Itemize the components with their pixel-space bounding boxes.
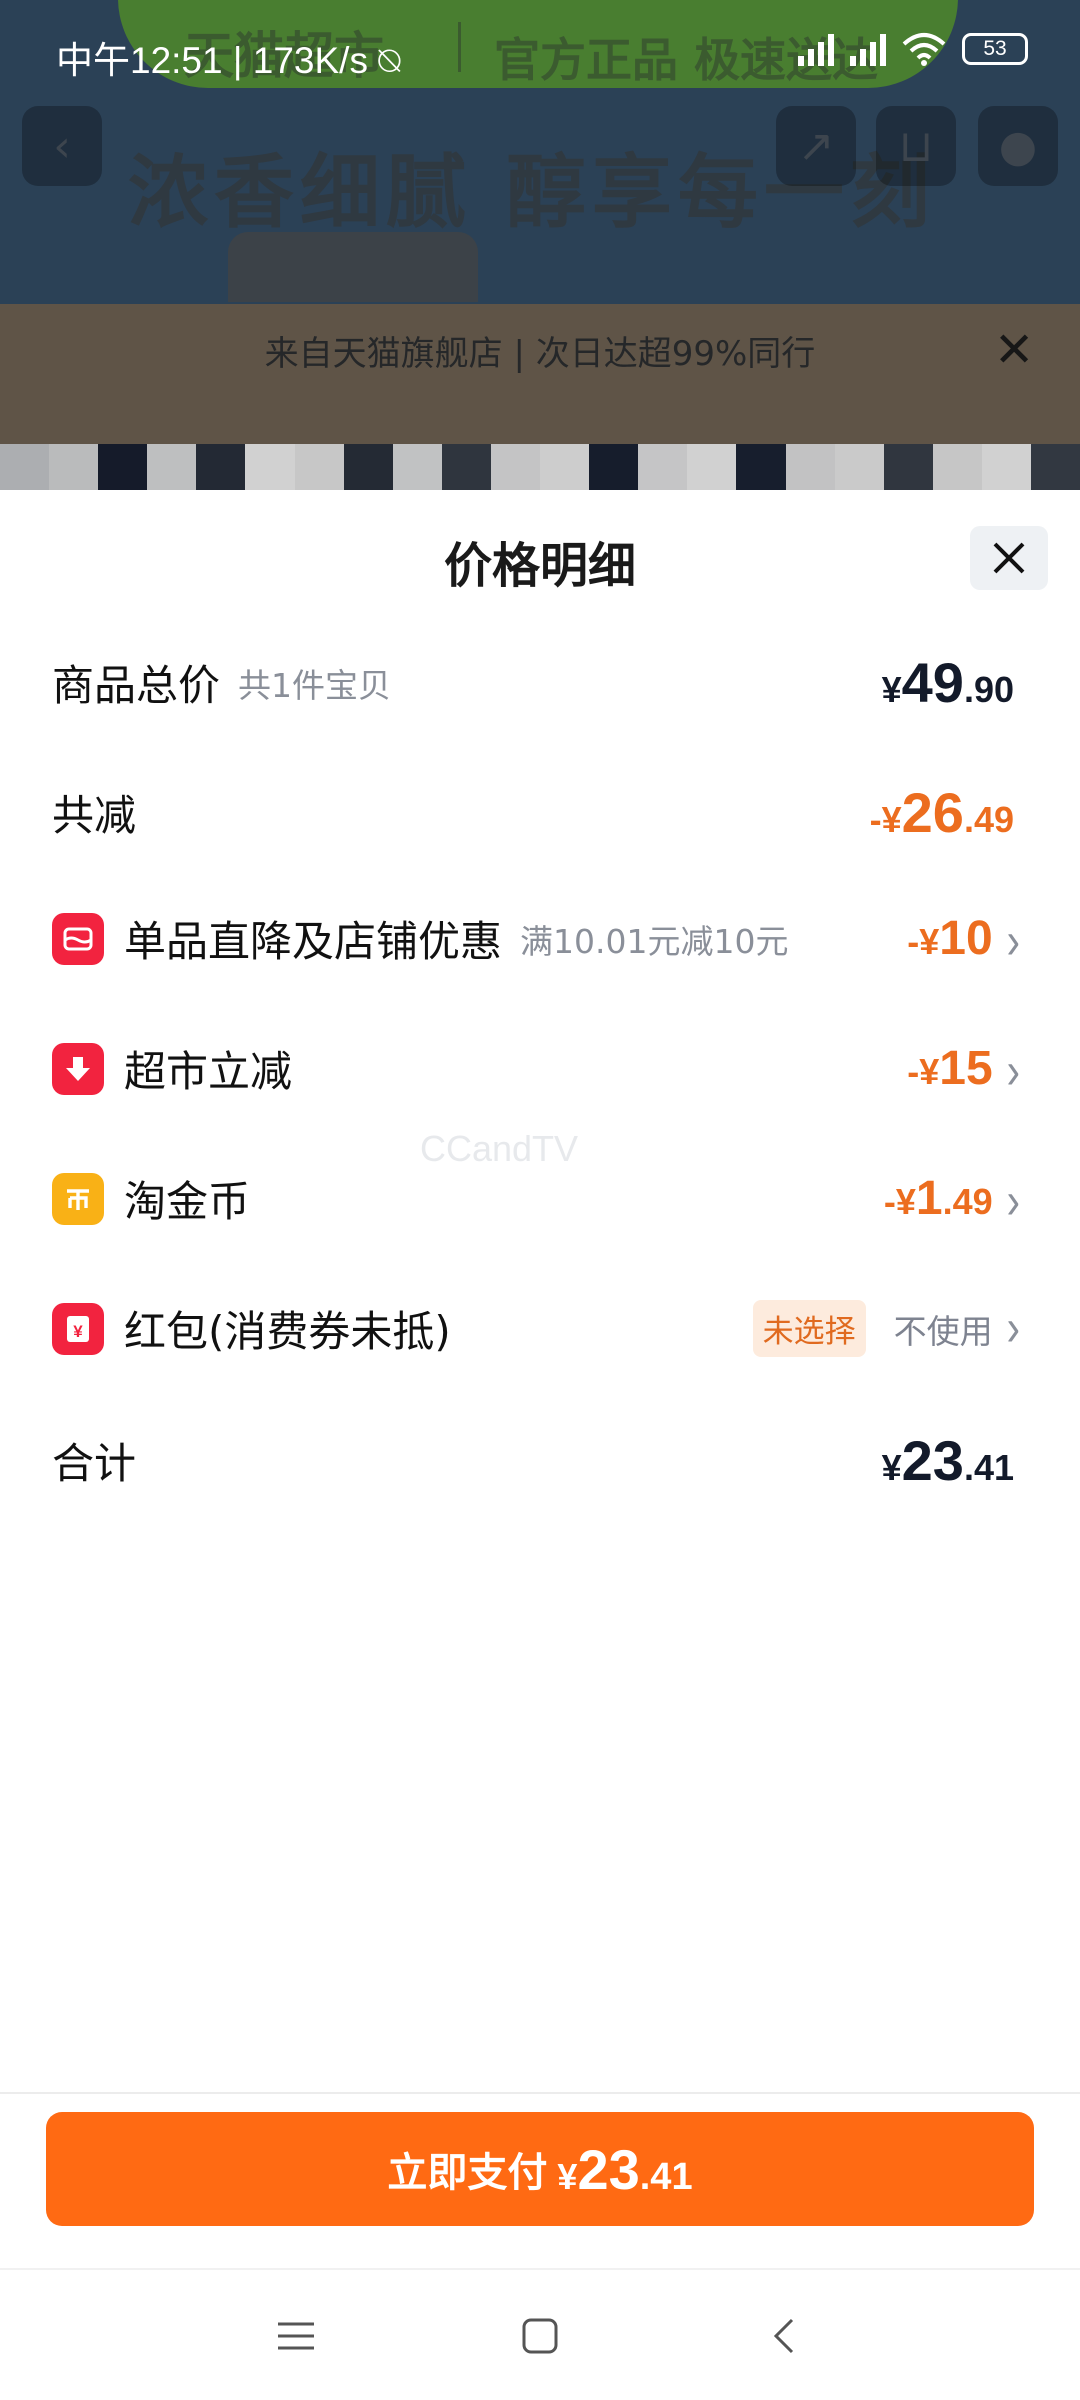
home-icon[interactable] [510, 2310, 570, 2362]
pay-now-price: ¥23.41 [557, 2137, 693, 2201]
sum-label: 合计 [52, 1439, 137, 1488]
instant-discount-amount: -¥ 15 [907, 1042, 993, 1095]
battery-icon: 53 [962, 33, 1028, 65]
signal-icon [798, 32, 834, 66]
pay-now-button[interactable]: 立即支付 ¥23.41 [46, 2112, 1034, 2226]
chevron-right-icon: › [1006, 1299, 1020, 1357]
red-packet-icon: ¥ [52, 1302, 104, 1355]
total-price: ¥49.90 [881, 651, 1014, 714]
footer-divider [0, 2092, 1080, 2094]
signal-icon [850, 32, 886, 66]
sum-price: ¥23.41 [881, 1429, 1014, 1492]
sum-row: 合计 ¥23.41 [52, 1428, 1014, 1493]
coin-icon [52, 1172, 104, 1225]
svg-text:¥: ¥ [73, 1322, 83, 1341]
chevron-right-icon: › [1006, 1172, 1020, 1230]
red-packet-label: 红包(消费券未抵) [124, 1307, 451, 1356]
instant-discount-row[interactable]: 超市立减 -¥ 15 › [52, 1038, 1020, 1099]
sheet-title: 价格明细 [443, 538, 636, 594]
watermark: CCandTV [420, 1128, 579, 1169]
close-icon [993, 542, 1025, 574]
total-label: 商品总价 [52, 661, 221, 710]
shop-discount-rule: 满10.01元减10元 [520, 921, 789, 961]
shop-discount-icon [52, 912, 104, 965]
menu-icon[interactable] [266, 2310, 326, 2362]
status-icons: 53 [798, 32, 1028, 66]
shop-discount-amount: -¥ 10 [907, 912, 993, 965]
wifi-icon [902, 33, 946, 66]
chevron-right-icon: › [1006, 912, 1020, 970]
total-price-row: 商品总价 共1件宝贝 ¥49.90 [52, 650, 1014, 715]
taojinbi-label: 淘金币 [124, 1177, 251, 1226]
instant-discount-label: 超市立减 [124, 1047, 293, 1096]
close-button[interactable] [970, 526, 1048, 590]
pay-now-label: 立即支付 [387, 2150, 548, 2196]
red-packet-row[interactable]: ¥ 红包(消费券未抵) 未选择 不使用 › [52, 1298, 1020, 1359]
discount-total: -¥ 26.49 [869, 781, 1014, 844]
item-count: 共1件宝贝 [238, 665, 392, 705]
chevron-right-icon: › [1006, 1042, 1020, 1100]
discount-label: 共减 [52, 791, 137, 840]
down-arrow-icon [52, 1042, 104, 1095]
back-nav-icon[interactable] [756, 2310, 816, 2362]
system-nav-bar [0, 2268, 1080, 2400]
status-time: 中午12:51 | 173K/s ⍉ [56, 40, 401, 81]
not-selected-badge: 未选择 [752, 1300, 866, 1357]
shop-discount-label: 单品直降及店铺优惠 [124, 917, 503, 966]
taojinbi-row[interactable]: 淘金币 -¥ 1.49 › [52, 1168, 1020, 1229]
shop-discount-row[interactable]: 单品直降及店铺优惠 满10.01元减10元 -¥ 10 › [52, 908, 1020, 969]
discount-total-row: 共减 -¥ 26.49 [52, 780, 1014, 845]
red-packet-value: 不使用 [893, 1311, 993, 1351]
taojinbi-amount: -¥ 1.49 [883, 1172, 993, 1225]
status-bar: 中午12:51 | 173K/s ⍉ 53 [0, 0, 1080, 100]
